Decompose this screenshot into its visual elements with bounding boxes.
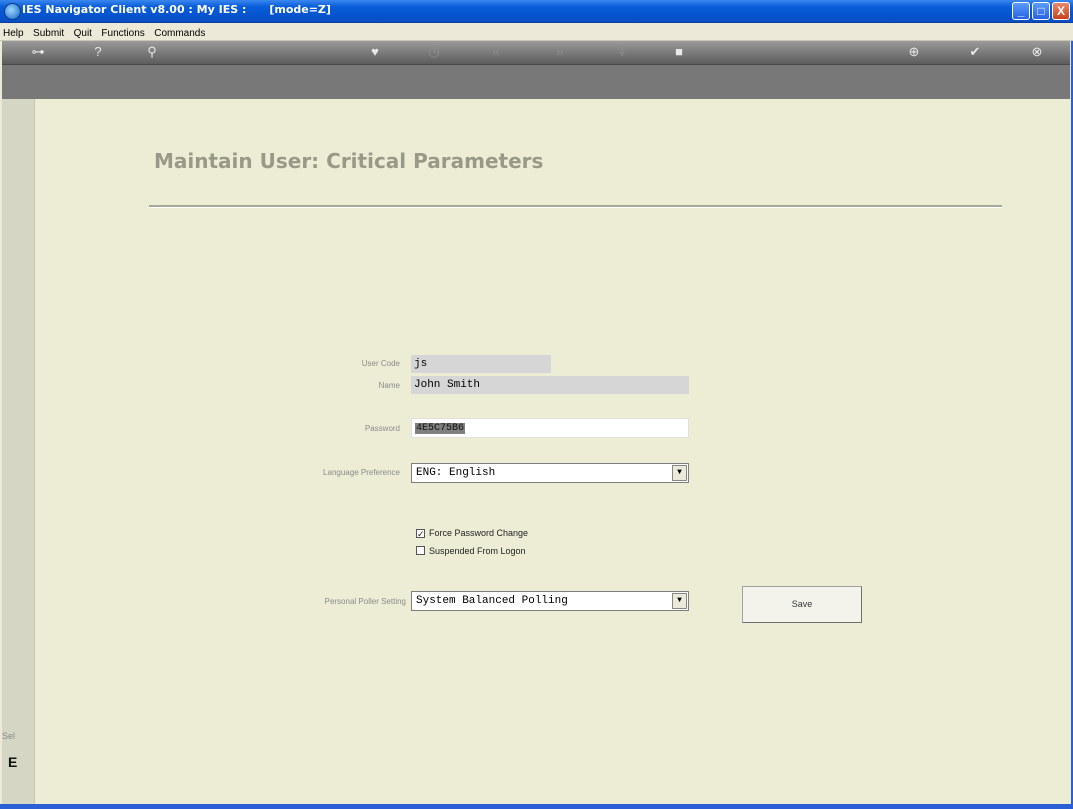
close-button[interactable]: X — [1052, 2, 1070, 20]
chevron-down-icon[interactable]: ▼ — [672, 465, 687, 481]
name-field[interactable]: John Smith — [411, 376, 689, 394]
help-icon[interactable]: ? — [88, 44, 108, 60]
search-icon[interactable]: ⚲ — [142, 44, 162, 60]
poller-label: Personal Poller Setting — [324, 597, 406, 606]
suspended-checkbox[interactable] — [416, 546, 425, 555]
user-code-field[interactable]: js — [411, 355, 551, 373]
key-icon[interactable]: ⊶ — [28, 44, 48, 60]
language-select[interactable]: ENG: English ▼ — [411, 463, 689, 483]
menu-functions[interactable]: Functions — [98, 26, 146, 39]
cancel-icon[interactable]: ⊗ — [1027, 44, 1047, 60]
password-value: 4E5C75B6 — [415, 423, 466, 434]
menu-commands[interactable]: Commands — [151, 26, 207, 39]
user-code-label: User Code — [361, 359, 400, 368]
suspended-label: Suspended From Logon — [429, 546, 526, 556]
menu-submit[interactable]: Submit — [30, 26, 66, 39]
window-title: IES Navigator Client v8.00 : My IES : [m… — [22, 3, 331, 16]
menu-quit[interactable]: Quit — [71, 26, 94, 39]
title-bar: IES Navigator Client v8.00 : My IES : [m… — [0, 0, 1073, 23]
left-side-strip — [2, 99, 34, 804]
poller-value: System Balanced Polling — [416, 595, 568, 607]
minimize-button[interactable]: _ — [1012, 2, 1030, 20]
toolbar-strip: ⊶ ? ⚲ ♥ ◷ « » ⸸ ■ ⊕ ✔ ⊗ — [2, 41, 1070, 65]
app-icon — [4, 3, 21, 20]
stop-icon[interactable]: ■ — [669, 44, 689, 60]
check-icon[interactable]: ✔ — [965, 44, 985, 60]
page-title: Maintain User: Critical Parameters — [154, 149, 544, 173]
menu-bar: Help Submit Quit Functions Commands — [0, 23, 1073, 41]
prev-icon[interactable]: « — [486, 44, 506, 60]
language-label: Language Preference — [323, 468, 400, 477]
password-label: Password — [364, 424, 400, 433]
title-divider — [149, 205, 1002, 208]
chevron-down-icon[interactable]: ▼ — [672, 593, 687, 609]
force-password-checkbox[interactable]: ✓ — [416, 529, 425, 539]
side-strip-glyph: E — [8, 754, 18, 770]
suspended-row[interactable]: Suspended From Logon — [416, 546, 526, 556]
clock-icon[interactable]: ◷ — [424, 44, 444, 60]
password-field[interactable]: 4E5C75B6 — [411, 418, 689, 438]
force-password-label: Force Password Change — [429, 528, 529, 538]
toolbar: ⊶ ? ⚲ ♥ ◷ « » ⸸ ■ ⊕ ✔ ⊗ — [2, 41, 1070, 99]
poller-select[interactable]: System Balanced Polling ▼ — [411, 591, 689, 611]
side-strip-label: Sel — [2, 731, 16, 741]
tree-icon[interactable]: ⸸ — [612, 44, 632, 60]
next-icon[interactable]: » — [550, 44, 570, 60]
maximize-button[interactable]: □ — [1032, 2, 1050, 20]
force-password-row[interactable]: ✓ Force Password Change — [416, 528, 529, 539]
add-icon[interactable]: ⊕ — [904, 44, 924, 60]
language-value: ENG: English — [416, 467, 496, 479]
heart-icon[interactable]: ♥ — [365, 44, 385, 60]
window-bottom-border — [0, 804, 1073, 809]
save-button[interactable]: Save — [742, 586, 862, 623]
name-label: Name — [378, 381, 400, 390]
menu-help[interactable]: Help — [0, 26, 26, 39]
